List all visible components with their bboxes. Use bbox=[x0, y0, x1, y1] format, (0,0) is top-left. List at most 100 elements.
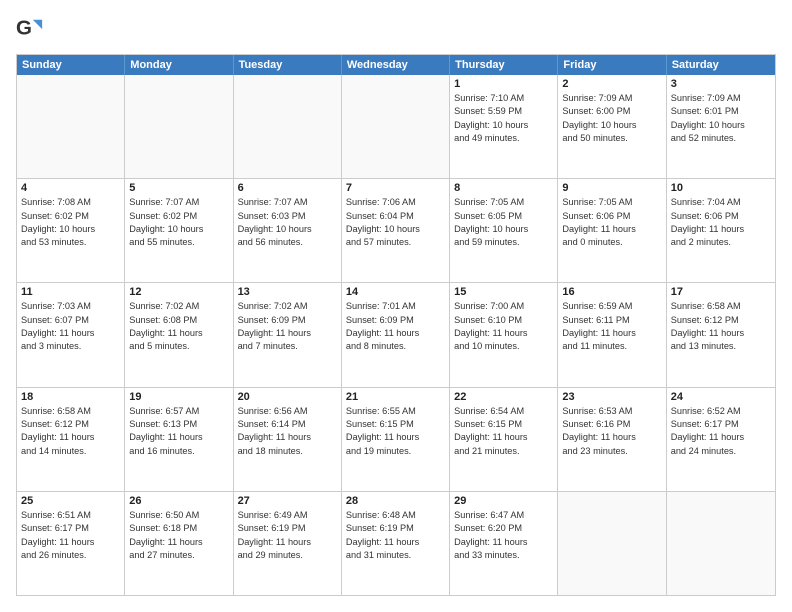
day-number: 16 bbox=[562, 286, 661, 298]
calendar-cell bbox=[125, 75, 233, 178]
calendar-cell: 17 Sunrise: 6:58 AM Sunset: 6:12 PM Dayli… bbox=[667, 283, 775, 386]
svg-text:G: G bbox=[16, 17, 32, 40]
calendar-cell: 12 Sunrise: 7:02 AM Sunset: 6:08 PM Dayli… bbox=[125, 283, 233, 386]
cell-info: Sunrise: 6:51 AM Sunset: 6:17 PM Dayligh… bbox=[21, 509, 120, 562]
calendar-cell: 11Sunrise: 7:03 AM Sunset: 6:07 PM Dayli… bbox=[17, 283, 125, 386]
day-number: 1 bbox=[454, 78, 553, 90]
calendar-cell: 3 Sunrise: 7:09 AM Sunset: 6:01 PM Daylig… bbox=[667, 75, 775, 178]
day-number: 10 bbox=[671, 182, 771, 194]
day-number: 5 bbox=[129, 182, 228, 194]
calendar-cell: 24Sunrise: 6:52 AM Sunset: 6:17 PM Dayli… bbox=[667, 388, 775, 491]
calendar-cell bbox=[234, 75, 342, 178]
calendar-cell: 8 Sunrise: 7:05 AM Sunset: 6:05 PM Daylig… bbox=[450, 179, 558, 282]
day-number: 14 bbox=[346, 286, 445, 298]
day-number: 28 bbox=[346, 495, 445, 507]
cell-info: Sunrise: 6:54 AM Sunset: 6:15 PM Dayligh… bbox=[454, 405, 553, 458]
calendar-cell: 9 Sunrise: 7:05 AM Sunset: 6:06 PM Daylig… bbox=[558, 179, 666, 282]
day-number: 12 bbox=[129, 286, 228, 298]
cell-info: Sunrise: 7:05 AM Sunset: 6:05 PM Dayligh… bbox=[454, 196, 553, 249]
cell-info: Sunrise: 6:58 AM Sunset: 6:12 PM Dayligh… bbox=[671, 300, 771, 353]
calendar-cell: 25 Sunrise: 6:51 AM Sunset: 6:17 PM Dayli… bbox=[17, 492, 125, 595]
day-number: 7 bbox=[346, 182, 445, 194]
calendar-cell: 22 Sunrise: 6:54 AM Sunset: 6:15 PM Dayli… bbox=[450, 388, 558, 491]
day-number: 26 bbox=[129, 495, 228, 507]
calendar-cell: 16 Sunrise: 6:59 AM Sunset: 6:11 PM Dayli… bbox=[558, 283, 666, 386]
header-cell-tuesday: Tuesday bbox=[234, 55, 342, 75]
cell-info: Sunrise: 7:09 AM Sunset: 6:01 PM Dayligh… bbox=[671, 92, 771, 145]
cell-info: Sunrise: 6:50 AM Sunset: 6:18 PM Dayligh… bbox=[129, 509, 228, 562]
calendar-cell: 18 Sunrise: 6:58 AM Sunset: 6:12 PM Dayli… bbox=[17, 388, 125, 491]
cell-info: Sunrise: 7:03 AM Sunset: 6:07 PM Dayligh… bbox=[21, 300, 120, 353]
calendar-cell bbox=[667, 492, 775, 595]
logo-icon: G bbox=[16, 16, 44, 44]
cell-info: Sunrise: 6:58 AM Sunset: 6:12 PM Dayligh… bbox=[21, 405, 120, 458]
calendar-cell: 13 Sunrise: 7:02 AM Sunset: 6:09 PM Dayli… bbox=[234, 283, 342, 386]
cell-info: Sunrise: 6:53 AM Sunset: 6:16 PM Dayligh… bbox=[562, 405, 661, 458]
calendar-cell: 20 Sunrise: 6:56 AM Sunset: 6:14 PM Dayli… bbox=[234, 388, 342, 491]
calendar-row-4: 25 Sunrise: 6:51 AM Sunset: 6:17 PM Dayli… bbox=[17, 492, 775, 595]
cell-info: Sunrise: 7:09 AM Sunset: 6:00 PM Dayligh… bbox=[562, 92, 661, 145]
day-number: 3 bbox=[671, 78, 771, 90]
header-cell-wednesday: Wednesday bbox=[342, 55, 450, 75]
day-number: 18 bbox=[21, 391, 120, 403]
day-number: 24 bbox=[671, 391, 771, 403]
day-number: 13 bbox=[238, 286, 337, 298]
calendar-cell: 5 Sunrise: 7:07 AM Sunset: 6:02 PM Daylig… bbox=[125, 179, 233, 282]
day-number: 9 bbox=[562, 182, 661, 194]
day-number: 22 bbox=[454, 391, 553, 403]
day-number: 2 bbox=[562, 78, 661, 90]
calendar-body: 1 Sunrise: 7:10 AM Sunset: 5:59 PM Daylig… bbox=[17, 75, 775, 595]
header-cell-monday: Monday bbox=[125, 55, 233, 75]
day-number: 21 bbox=[346, 391, 445, 403]
cell-info: Sunrise: 7:07 AM Sunset: 6:02 PM Dayligh… bbox=[129, 196, 228, 249]
calendar-cell: 27Sunrise: 6:49 AM Sunset: 6:19 PM Dayli… bbox=[234, 492, 342, 595]
cell-info: Sunrise: 7:06 AM Sunset: 6:04 PM Dayligh… bbox=[346, 196, 445, 249]
day-number: 6 bbox=[238, 182, 337, 194]
day-number: 20 bbox=[238, 391, 337, 403]
cell-info: Sunrise: 7:04 AM Sunset: 6:06 PM Dayligh… bbox=[671, 196, 771, 249]
calendar-cell: 6 Sunrise: 7:07 AM Sunset: 6:03 PM Daylig… bbox=[234, 179, 342, 282]
calendar-row-1: 4Sunrise: 7:08 AM Sunset: 6:02 PM Daylig… bbox=[17, 179, 775, 283]
day-number: 15 bbox=[454, 286, 553, 298]
cell-info: Sunrise: 6:59 AM Sunset: 6:11 PM Dayligh… bbox=[562, 300, 661, 353]
day-number: 17 bbox=[671, 286, 771, 298]
cell-info: Sunrise: 6:56 AM Sunset: 6:14 PM Dayligh… bbox=[238, 405, 337, 458]
calendar-cell: 7 Sunrise: 7:06 AM Sunset: 6:04 PM Daylig… bbox=[342, 179, 450, 282]
logo: G bbox=[16, 16, 48, 44]
calendar-row-3: 18 Sunrise: 6:58 AM Sunset: 6:12 PM Dayli… bbox=[17, 388, 775, 492]
calendar: SundayMondayTuesdayWednesdayThursdayFrid… bbox=[16, 54, 776, 596]
header-cell-friday: Friday bbox=[558, 55, 666, 75]
cell-info: Sunrise: 7:02 AM Sunset: 6:08 PM Dayligh… bbox=[129, 300, 228, 353]
day-number: 23 bbox=[562, 391, 661, 403]
day-number: 29 bbox=[454, 495, 553, 507]
calendar-cell: 2 Sunrise: 7:09 AM Sunset: 6:00 PM Daylig… bbox=[558, 75, 666, 178]
calendar-cell: 26 Sunrise: 6:50 AM Sunset: 6:18 PM Dayli… bbox=[125, 492, 233, 595]
cell-info: Sunrise: 7:02 AM Sunset: 6:09 PM Dayligh… bbox=[238, 300, 337, 353]
day-number: 19 bbox=[129, 391, 228, 403]
cell-info: Sunrise: 7:10 AM Sunset: 5:59 PM Dayligh… bbox=[454, 92, 553, 145]
calendar-cell bbox=[342, 75, 450, 178]
day-number: 8 bbox=[454, 182, 553, 194]
calendar-cell: 19 Sunrise: 6:57 AM Sunset: 6:13 PM Dayli… bbox=[125, 388, 233, 491]
header-cell-sunday: Sunday bbox=[17, 55, 125, 75]
cell-info: Sunrise: 6:57 AM Sunset: 6:13 PM Dayligh… bbox=[129, 405, 228, 458]
cell-info: Sunrise: 7:00 AM Sunset: 6:10 PM Dayligh… bbox=[454, 300, 553, 353]
cell-info: Sunrise: 6:48 AM Sunset: 6:19 PM Dayligh… bbox=[346, 509, 445, 562]
calendar-cell: 29 Sunrise: 6:47 AM Sunset: 6:20 PM Dayli… bbox=[450, 492, 558, 595]
calendar-row-2: 11Sunrise: 7:03 AM Sunset: 6:07 PM Dayli… bbox=[17, 283, 775, 387]
day-number: 25 bbox=[21, 495, 120, 507]
calendar-cell: 28 Sunrise: 6:48 AM Sunset: 6:19 PM Dayli… bbox=[342, 492, 450, 595]
calendar-cell: 4Sunrise: 7:08 AM Sunset: 6:02 PM Daylig… bbox=[17, 179, 125, 282]
cell-info: Sunrise: 6:49 AM Sunset: 6:19 PM Dayligh… bbox=[238, 509, 337, 562]
calendar-cell: 21Sunrise: 6:55 AM Sunset: 6:15 PM Dayli… bbox=[342, 388, 450, 491]
calendar-cell: 15 Sunrise: 7:00 AM Sunset: 6:10 PM Dayli… bbox=[450, 283, 558, 386]
cell-info: Sunrise: 7:01 AM Sunset: 6:09 PM Dayligh… bbox=[346, 300, 445, 353]
calendar-cell bbox=[558, 492, 666, 595]
page: G SundayMondayTuesdayWednesdayThursdayFr… bbox=[0, 0, 792, 612]
cell-info: Sunrise: 7:07 AM Sunset: 6:03 PM Dayligh… bbox=[238, 196, 337, 249]
cell-info: Sunrise: 6:47 AM Sunset: 6:20 PM Dayligh… bbox=[454, 509, 553, 562]
calendar-cell: 23 Sunrise: 6:53 AM Sunset: 6:16 PM Dayli… bbox=[558, 388, 666, 491]
cell-info: Sunrise: 7:05 AM Sunset: 6:06 PM Dayligh… bbox=[562, 196, 661, 249]
header-cell-saturday: Saturday bbox=[667, 55, 775, 75]
calendar-row-0: 1 Sunrise: 7:10 AM Sunset: 5:59 PM Daylig… bbox=[17, 75, 775, 179]
